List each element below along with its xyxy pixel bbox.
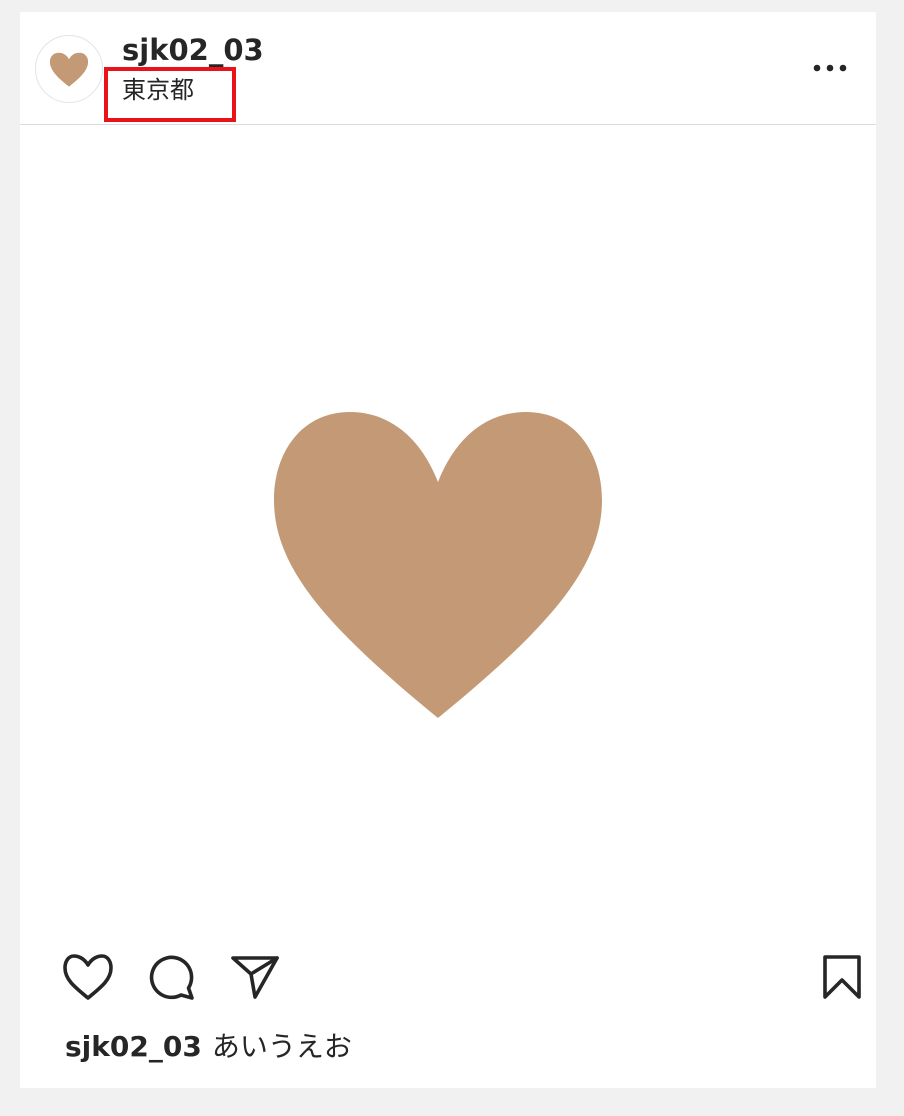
comment-button[interactable] [146,947,198,1007]
save-button[interactable] [816,947,868,1007]
share-button[interactable] [229,947,281,1007]
heart-image [274,412,602,718]
caption-username[interactable]: sjk02_03 [65,1030,202,1063]
username-link[interactable]: sjk02_03 [122,32,264,68]
more-options-button[interactable] [808,52,852,84]
action-bar [20,947,876,1007]
highlight-box [104,67,236,122]
caption: sjk02_03 あいうえお [65,1029,352,1065]
avatar[interactable] [35,35,103,103]
more-options-icon [813,64,847,72]
comment-icon [149,955,194,1000]
like-button[interactable] [62,947,114,1007]
heart-outline-icon [63,954,113,1000]
post-card: sjk02_03 東京都 sjk02_03 あいうえお [20,12,876,1088]
bookmark-icon [823,955,861,999]
post-header: sjk02_03 東京都 [20,12,876,125]
paper-plane-icon [231,956,279,999]
heart-icon [49,52,89,87]
post-image[interactable] [20,125,876,925]
caption-text: あいうえお [211,1030,352,1063]
